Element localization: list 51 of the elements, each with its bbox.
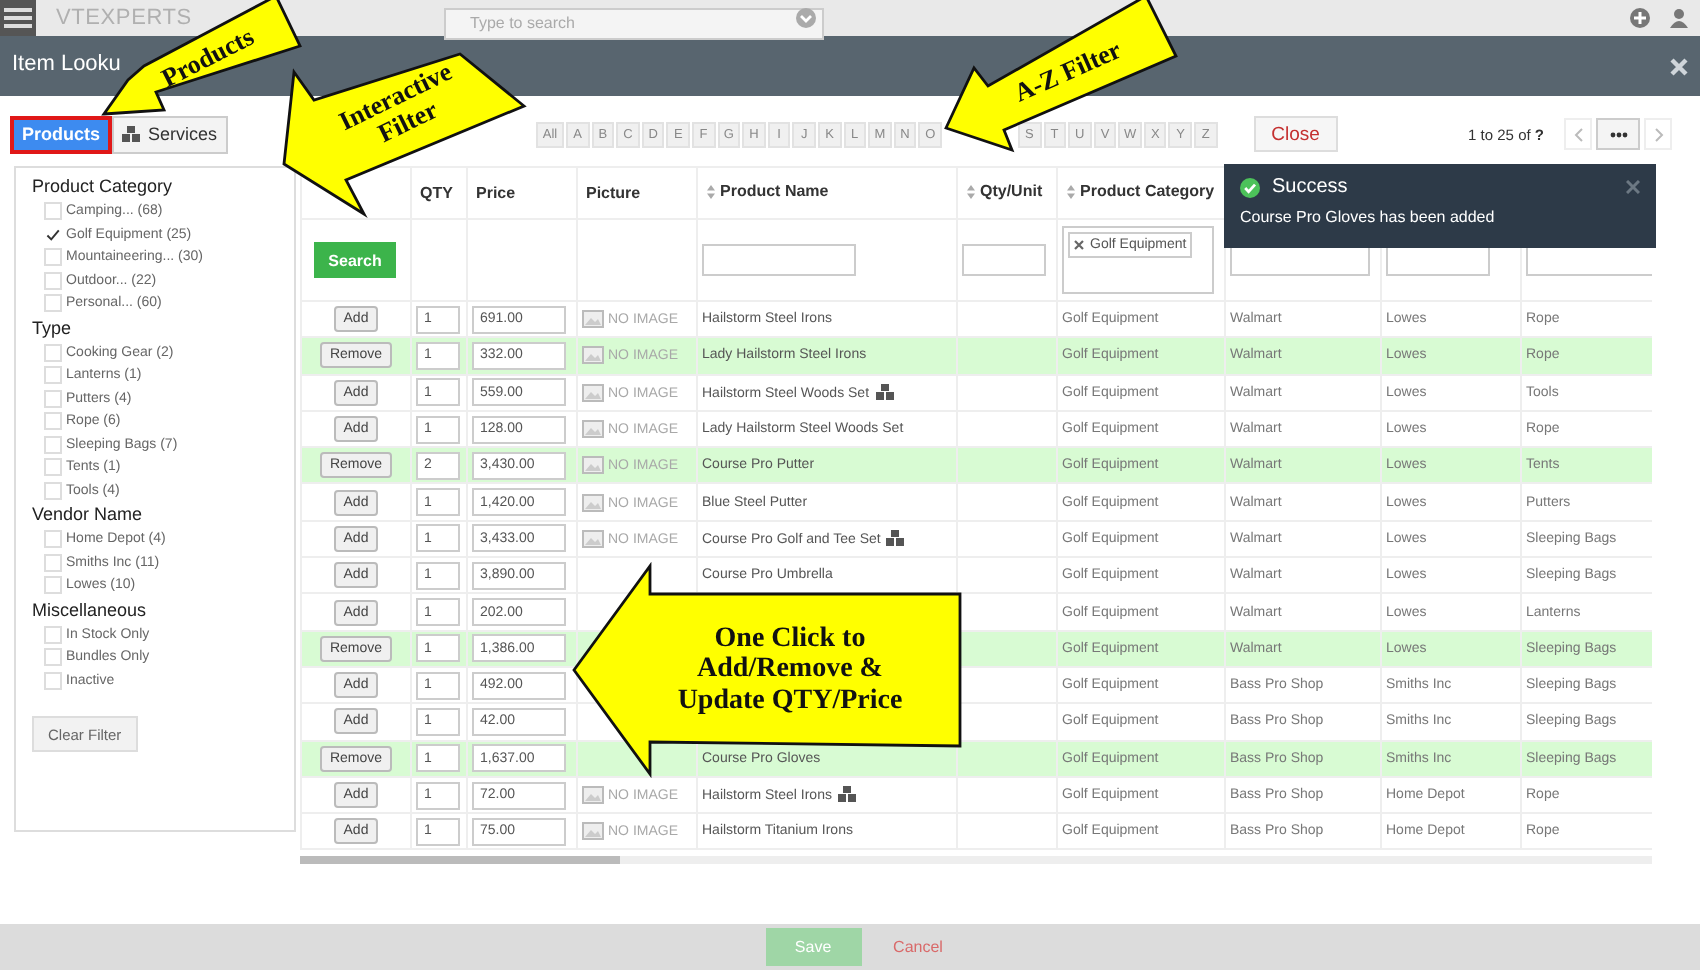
column-header[interactable]: Product Name: [706, 182, 829, 201]
check-circle-icon: [1240, 177, 1260, 197]
user-icon: [1670, 8, 1688, 28]
logo: VTEXPERTS: [56, 6, 194, 30]
boxes-icon: [875, 383, 896, 402]
image-placeholder-icon: [582, 420, 604, 439]
notification-title: Success: [1272, 176, 1350, 198]
sort-icon: [1066, 183, 1076, 200]
tab[interactable]: Services: [112, 115, 228, 153]
image-placeholder-icon: [582, 786, 604, 804]
image-placeholder-icon: [582, 493, 604, 512]
sort-icon: [966, 183, 976, 200]
scrollbar-thumb[interactable]: [300, 856, 620, 864]
close-icon: [1626, 180, 1640, 194]
previous-button[interactable]: [1564, 118, 1592, 150]
chevron-circle-icon: [796, 8, 816, 28]
dots-icon: [1609, 131, 1627, 137]
filter-group-title: Vendor Name: [32, 504, 145, 524]
boxes-icon: [886, 529, 907, 548]
chevron-left-icon: [1573, 127, 1583, 141]
filter-group-title: Type: [32, 317, 74, 337]
image-placeholder-icon: [582, 383, 604, 402]
image-placeholder-icon: [582, 346, 604, 365]
close-button[interactable]: Close: [1253, 116, 1338, 152]
close-icon: [1670, 57, 1688, 75]
remove-icon: [1074, 240, 1084, 250]
next-button[interactable]: [1644, 118, 1672, 150]
sort-icon: [706, 183, 716, 200]
column-header: Price: [476, 184, 516, 202]
boxes-icon: [122, 125, 143, 143]
filter-field[interactable]: [702, 244, 856, 276]
filter-field[interactable]: [962, 244, 1046, 276]
plus-circle-icon: [1630, 8, 1650, 28]
column-header: Picture: [586, 184, 641, 202]
more-button[interactable]: [1596, 118, 1640, 150]
notification-message: Course Pro Gloves has been added: [1240, 208, 1497, 226]
checkbox[interactable]: [44, 225, 62, 244]
column-header: QTY: [420, 184, 453, 202]
search-field[interactable]: Type to search: [444, 7, 824, 39]
filter-group-title: Miscellaneous: [32, 599, 149, 619]
image-placeholder-icon: [582, 456, 604, 475]
filter-group-title: Product Category: [32, 176, 175, 196]
checkmark-icon: [46, 227, 60, 242]
image-placeholder-icon: [582, 822, 604, 841]
callout-text: A-Z Filter: [1010, 35, 1126, 109]
image-placeholder-icon: [582, 529, 604, 548]
modal-title: Item Looku: [12, 54, 121, 76]
close-button[interactable]: [1626, 180, 1640, 194]
image-placeholder-icon: [582, 310, 604, 329]
boxes-icon: [837, 786, 858, 804]
chevron-right-icon: [1653, 127, 1663, 141]
